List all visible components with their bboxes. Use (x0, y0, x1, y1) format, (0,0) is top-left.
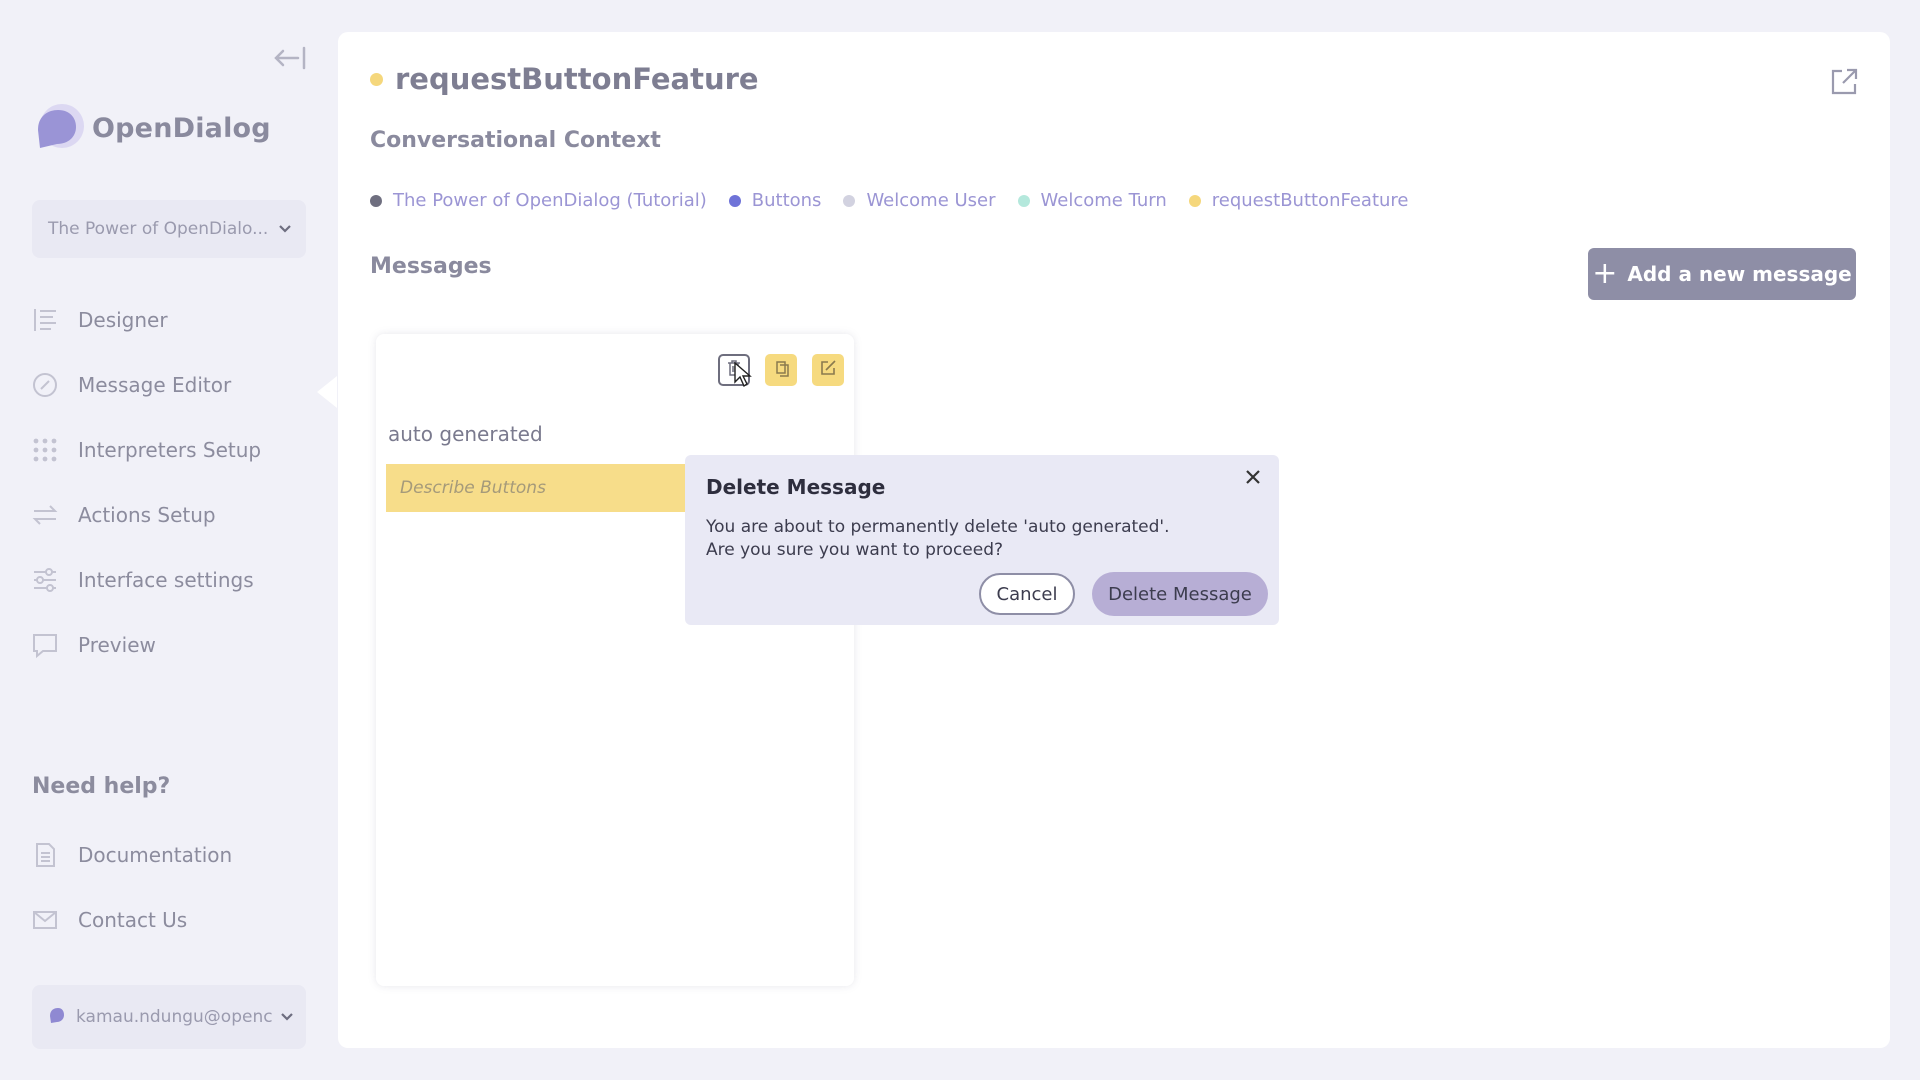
close-icon[interactable] (1241, 465, 1265, 489)
dialog-title: Delete Message (706, 475, 886, 499)
page-title-text: requestButtonFeature (395, 62, 759, 96)
avatar (48, 1006, 66, 1029)
logo-icon (30, 100, 86, 156)
sidebar-item-label: Interpreters Setup (78, 438, 262, 462)
active-nav-indicator (317, 376, 337, 408)
preview-icon (30, 630, 60, 660)
sidebar-item-message-editor[interactable]: Message Editor (30, 365, 330, 405)
breadcrumb-dot (728, 194, 741, 207)
interpreters-icon (30, 435, 60, 465)
message-name: auto generated (388, 422, 543, 446)
sidebar-item-preview[interactable]: Preview (30, 625, 330, 665)
help-nav: Documentation Contact Us (30, 835, 330, 965)
sliders-icon (30, 565, 60, 595)
collapse-sidebar-icon[interactable] (272, 44, 308, 72)
sidebar-item-designer[interactable]: Designer (30, 300, 330, 340)
breadcrumb-label: The Power of OpenDialog (Tutorial) (393, 190, 707, 211)
context-heading: Conversational Context (370, 128, 661, 153)
logo: OpenDialog (30, 100, 271, 156)
plus-icon: + (1592, 256, 1618, 291)
intent-status-dot (370, 72, 383, 86)
breadcrumb-dot (370, 194, 382, 207)
sidebar-item-label: Interface settings (78, 568, 254, 592)
sidebar-item-interpreters-setup[interactable]: Interpreters Setup (30, 430, 330, 470)
sidebar-item-interface-settings[interactable]: Interface settings (30, 560, 330, 600)
page-title: requestButtonFeature (370, 62, 759, 96)
logo-text: OpenDialog (92, 112, 271, 144)
scenario-select-value: The Power of OpenDialo... (48, 219, 269, 239)
breadcrumb-label: requestButtonFeature (1211, 190, 1409, 211)
chevron-down-icon (278, 219, 292, 239)
sidebar-item-contact-us[interactable]: Contact Us (30, 900, 330, 940)
breadcrumb-item-intent[interactable]: requestButtonFeature (1188, 190, 1409, 211)
message-editor-icon (30, 370, 60, 400)
document-icon (30, 840, 60, 870)
card-actions (703, 354, 844, 386)
add-message-button[interactable]: + Add a new message (1588, 248, 1856, 300)
user-select[interactable]: kamau.ndungu@openc (32, 985, 306, 1049)
breadcrumb-label: Welcome Turn (1040, 190, 1167, 211)
cancel-button[interactable]: Cancel (979, 573, 1075, 615)
message-card: auto generated Describe Buttons (376, 334, 854, 986)
breadcrumb-item-conversation[interactable]: Buttons (728, 190, 822, 211)
message-bubble: Describe Buttons (386, 464, 686, 512)
breadcrumb-item-scenario[interactable]: The Power of OpenDialog (Tutorial) (370, 190, 707, 211)
sidebar-item-label: Designer (78, 308, 168, 332)
dialog-line-1: You are about to permanently delete 'aut… (706, 517, 1170, 537)
duplicate-message-button[interactable] (765, 354, 797, 386)
messages-heading: Messages (370, 254, 492, 279)
breadcrumb-label: Welcome User (866, 190, 996, 211)
user-email: kamau.ndungu@openc (76, 1007, 273, 1027)
breadcrumb-dot (1188, 194, 1201, 207)
sidebar-item-label: Actions Setup (78, 503, 216, 527)
open-external-icon[interactable] (1828, 66, 1860, 98)
mouse-cursor-icon (734, 361, 752, 388)
scenario-select[interactable]: The Power of OpenDialo... (32, 200, 306, 258)
delete-message-dialog: Delete Message You are about to permanen… (685, 455, 1279, 625)
add-message-label: Add a new message (1627, 262, 1852, 286)
sidebar-item-label: Preview (78, 633, 156, 657)
help-title: Need help? (32, 774, 171, 799)
edit-message-button[interactable] (812, 354, 844, 386)
breadcrumb-item-turn[interactable]: Welcome Turn (1017, 190, 1167, 211)
dialog-line-2: Are you sure you want to proceed? (706, 540, 1004, 560)
sidebar-item-actions-setup[interactable]: Actions Setup (30, 495, 330, 535)
sidebar-item-label: Message Editor (78, 373, 232, 397)
breadcrumb: The Power of OpenDialog (Tutorial) Butto… (370, 190, 1431, 211)
dialog-body: You are about to permanently delete 'aut… (706, 516, 1169, 562)
edit-icon (819, 359, 837, 381)
sidebar-nav: Designer Message Editor Interpreters Set… (30, 300, 330, 690)
breadcrumb-dot (1017, 194, 1030, 207)
sidebar-item-label: Contact Us (78, 908, 188, 932)
breadcrumb-label: Buttons (751, 190, 822, 211)
sidebar-item-label: Documentation (78, 843, 233, 867)
breadcrumb-item-scene[interactable]: Welcome User (843, 190, 996, 211)
chevron-down-icon (280, 1007, 294, 1027)
actions-icon (30, 500, 60, 530)
confirm-delete-button[interactable]: Delete Message (1092, 572, 1268, 616)
sidebar: OpenDialog The Power of OpenDialo... Des… (0, 0, 337, 1080)
breadcrumb-dot (843, 194, 856, 207)
copy-icon (772, 359, 790, 381)
mail-icon (30, 905, 60, 935)
sidebar-item-documentation[interactable]: Documentation (30, 835, 330, 875)
designer-icon (30, 305, 60, 335)
